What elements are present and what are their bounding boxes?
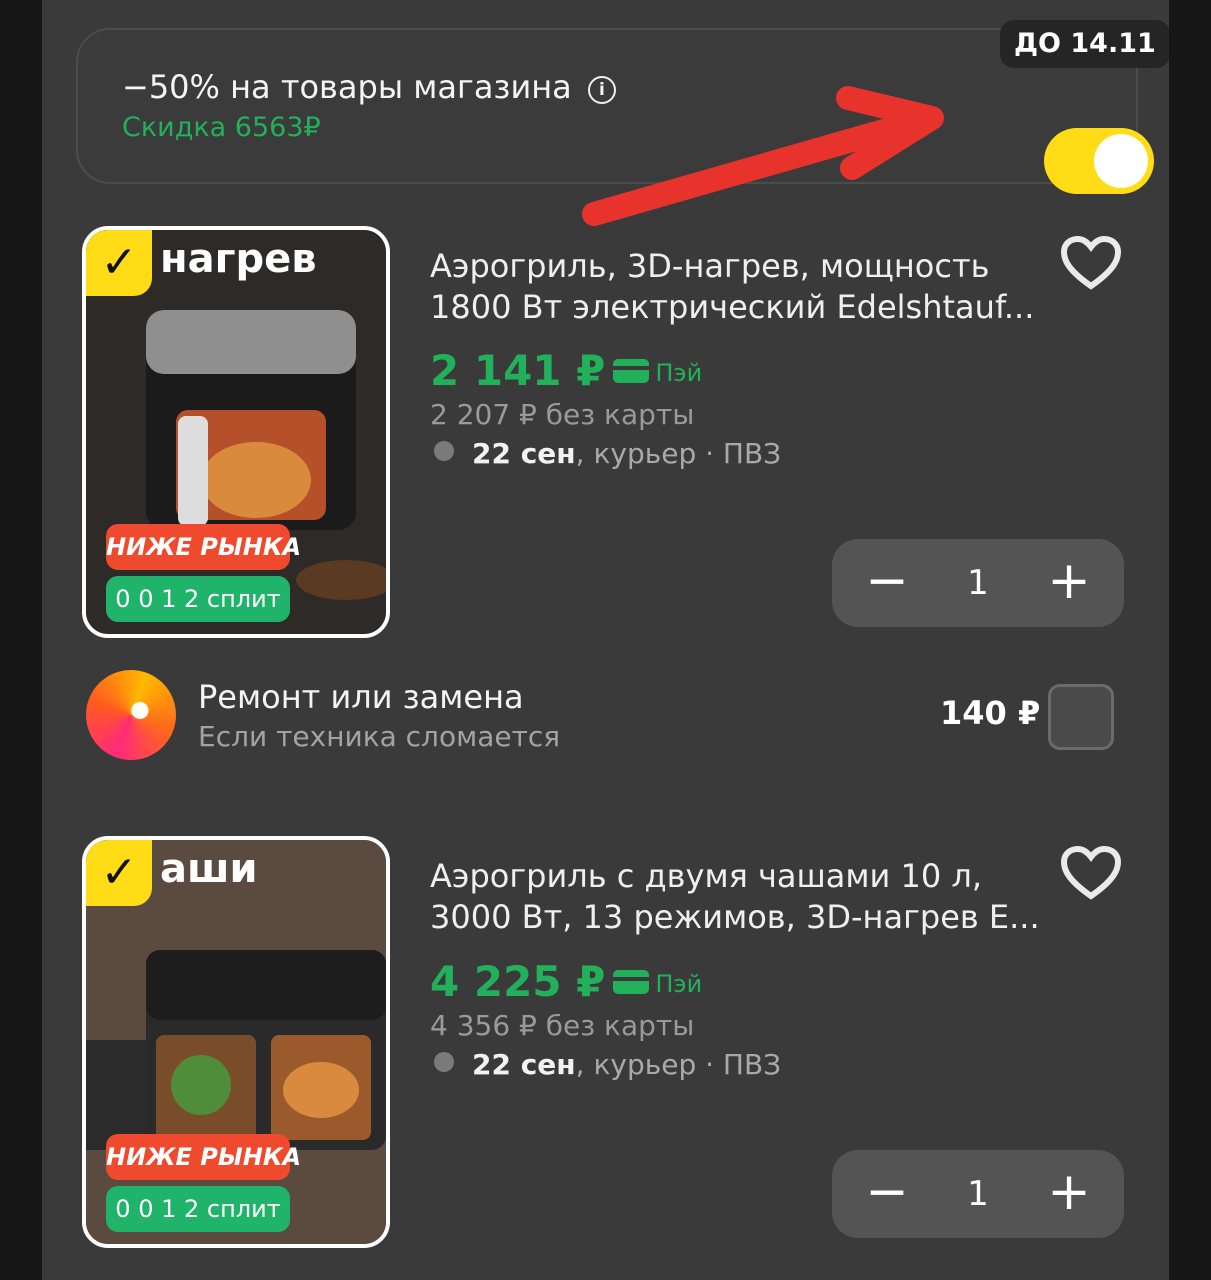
image-caption: аши: [160, 846, 258, 892]
delivery-info: 22 сен, курьер · ПВЗ: [434, 1048, 781, 1081]
card-icon: [613, 970, 650, 994]
price: 4 225 ₽: [430, 957, 606, 1006]
delivery-date: 22 сен: [472, 1048, 576, 1081]
favorite-heart-icon[interactable]: [1060, 846, 1122, 900]
price-row: 4 225 ₽ Пэй: [430, 957, 702, 1006]
delivery-info: 22 сен, курьер · ПВЗ: [434, 437, 781, 470]
split-badge: 0 0 1 2 сплит: [106, 1186, 290, 1232]
increase-button[interactable]: +: [1024, 539, 1114, 627]
delivery-date: 22 сен: [472, 437, 576, 470]
image-caption: нагрев: [160, 236, 317, 282]
delivery-dot-icon: [434, 1052, 454, 1072]
price-row: 2 141 ₽ Пэй: [430, 346, 702, 395]
repair-subtitle: Если техника сломается: [198, 720, 561, 753]
split-badge: 0 0 1 2 сплит: [106, 576, 290, 622]
price-without-card: 4 356 ₽ без карты: [430, 1009, 695, 1042]
quantity-stepper: − 1 +: [832, 1150, 1124, 1238]
product-image[interactable]: ✓ аши НИЖЕ РЫНКА 0 0 1 2 сплит: [82, 836, 390, 1248]
below-market-badge: НИЖЕ РЫНКА: [106, 524, 301, 570]
product-image[interactable]: ✓ нагрев НИЖЕ РЫНКА 0 0 1 2 сплит: [82, 226, 390, 638]
delivery-method: , курьер · ПВЗ: [575, 1048, 782, 1081]
pay-label: Пэй: [655, 970, 703, 998]
annotation-arrow-icon: [582, 86, 944, 226]
repair-title: Ремонт или замена: [198, 678, 524, 716]
selected-check-icon[interactable]: ✓: [86, 840, 152, 906]
delivery-dot-icon: [434, 441, 454, 461]
price: 2 141 ₽: [430, 346, 606, 395]
quantity-value: 1: [967, 563, 989, 603]
decrease-button[interactable]: −: [842, 539, 932, 627]
quantity-value: 1: [967, 1174, 989, 1214]
repair-price: 140 ₽: [940, 694, 1041, 732]
pay-label: Пэй: [655, 359, 703, 387]
selected-check-icon[interactable]: ✓: [86, 230, 152, 296]
product-title[interactable]: Аэрогриль, 3D-нагрев, мощность 1800 Вт э…: [430, 246, 1060, 328]
increase-button[interactable]: +: [1024, 1150, 1114, 1238]
product-title[interactable]: Аэрогриль с двумя чашами 10 л, 3000 Вт, …: [430, 856, 1060, 938]
quantity-stepper: − 1 +: [832, 539, 1124, 627]
repair-checkbox[interactable]: [1048, 684, 1114, 750]
price-without-card: 2 207 ₽ без карты: [430, 398, 695, 431]
favorite-heart-icon[interactable]: [1060, 236, 1122, 290]
card-icon: [613, 359, 650, 383]
cart-screen: −50% на товары магазина i Скидка 6563₽ Д…: [42, 0, 1169, 1280]
decrease-button[interactable]: −: [842, 1150, 932, 1238]
below-market-badge: НИЖЕ РЫНКА: [106, 1134, 301, 1180]
delivery-method: , курьер · ПВЗ: [575, 437, 782, 470]
service-logo: [86, 670, 176, 760]
